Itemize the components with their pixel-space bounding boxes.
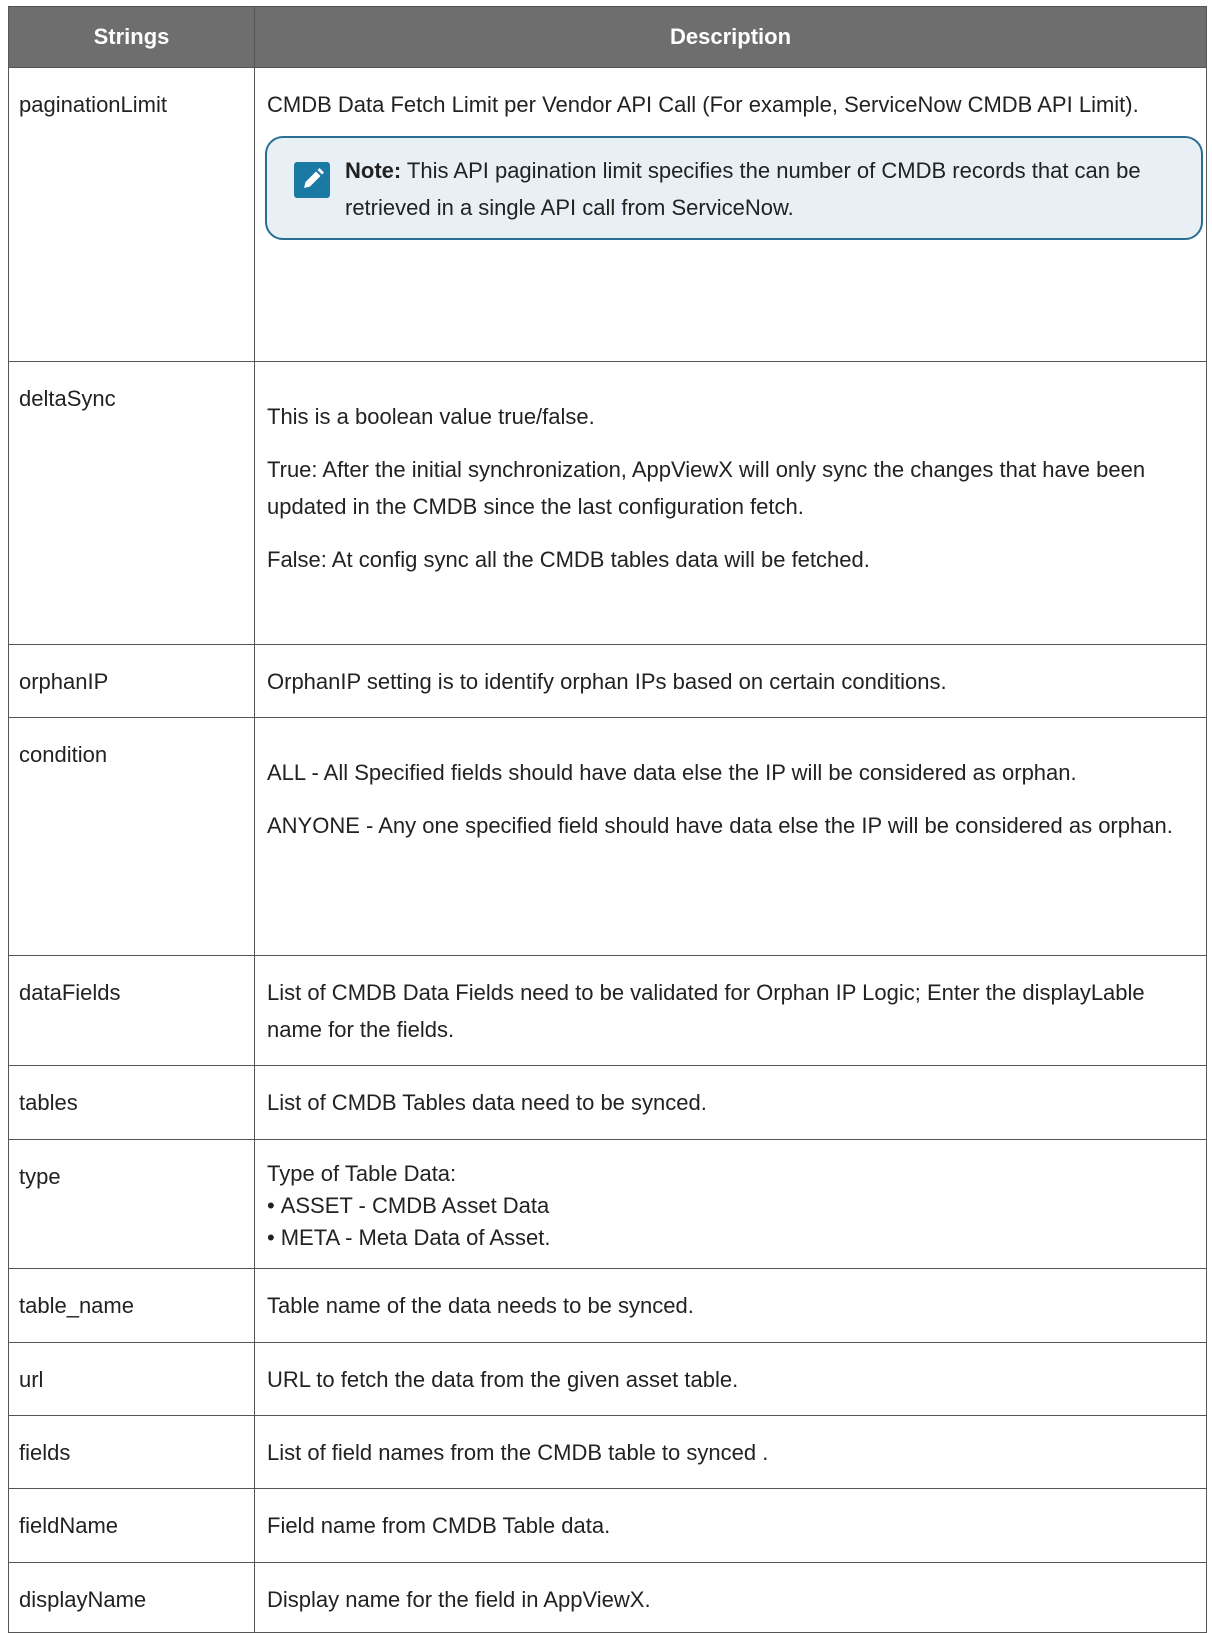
table-row: paginationLimit CMDB Data Fetch Limit pe…: [8, 67, 1207, 362]
row-description: List of CMDB Tables data need to be sync…: [254, 1065, 1207, 1140]
description-text: ANYONE - Any one specified field should …: [267, 813, 1173, 838]
table-row: table_name Table name of the data needs …: [8, 1268, 1207, 1343]
row-description: CMDB Data Fetch Limit per Vendor API Cal…: [254, 67, 1207, 362]
row-key: paginationLimit: [8, 67, 255, 362]
table-row: url URL to fetch the data from the given…: [8, 1342, 1207, 1416]
table-row: fields List of field names from the CMDB…: [8, 1415, 1207, 1489]
row-key: tables: [8, 1065, 255, 1140]
table-row: dataFields List of CMDB Data Fields need…: [8, 955, 1207, 1066]
row-key: fieldName: [8, 1488, 255, 1563]
note-text: This API pagination limit specifies the …: [345, 158, 1141, 220]
description-text: ALL - All Specified fields should have d…: [267, 760, 1077, 785]
row-key: displayName: [8, 1562, 255, 1633]
header-description: Description: [254, 6, 1207, 68]
row-description: Display name for the field in AppViewX.: [254, 1562, 1207, 1633]
table-row: deltaSync This is a boolean value true/f…: [8, 361, 1207, 645]
bullet-list: ASSET - CMDB Asset Data META - Meta Data…: [267, 1190, 1195, 1254]
table-row: orphanIP OrphanIP setting is to identify…: [8, 644, 1207, 718]
pencil-note-icon: [294, 162, 330, 198]
table-row: fieldName Field name from CMDB Table dat…: [8, 1488, 1207, 1563]
note-box: Note: This API pagination limit specifie…: [265, 136, 1203, 240]
list-item: ASSET - CMDB Asset Data: [267, 1190, 1195, 1222]
row-description: This is a boolean value true/false. True…: [254, 361, 1207, 645]
description-text: True: After the initial synchronization,…: [267, 457, 1146, 519]
row-description: Field name from CMDB Table data.: [254, 1488, 1207, 1563]
row-key: condition: [8, 717, 255, 956]
table-row: type Type of Table Data: ASSET - CMDB As…: [8, 1139, 1207, 1269]
table-row: displayName Display name for the field i…: [8, 1562, 1207, 1633]
table-row: condition ALL - All Specified fields sho…: [8, 717, 1207, 956]
row-key: deltaSync: [8, 361, 255, 645]
row-key: url: [8, 1342, 255, 1416]
row-description: Type of Table Data: ASSET - CMDB Asset D…: [254, 1139, 1207, 1269]
row-key: type: [8, 1139, 255, 1269]
table-row: tables List of CMDB Tables data need to …: [8, 1065, 1207, 1140]
note-label: Note:: [345, 158, 402, 183]
row-description: URL to fetch the data from the given ass…: [254, 1342, 1207, 1416]
row-key: fields: [8, 1415, 255, 1489]
row-key: dataFields: [8, 955, 255, 1066]
row-description: List of CMDB Data Fields need to be vali…: [254, 955, 1207, 1066]
header-strings: Strings: [8, 6, 255, 68]
row-description: Table name of the data needs to be synce…: [254, 1268, 1207, 1343]
description-text: This is a boolean value true/false.: [267, 404, 595, 429]
description-text: Type of Table Data:: [267, 1161, 457, 1186]
row-description: List of field names from the CMDB table …: [254, 1415, 1207, 1489]
description-text: False: At config sync all the CMDB table…: [267, 547, 870, 572]
row-key: table_name: [8, 1268, 255, 1343]
description-text: CMDB Data Fetch Limit per Vendor API Cal…: [267, 92, 1139, 117]
row-description: OrphanIP setting is to identify orphan I…: [254, 644, 1207, 718]
list-item: META - Meta Data of Asset.: [267, 1222, 1195, 1254]
table-header-row: Strings Description: [8, 6, 1207, 68]
row-description: ALL - All Specified fields should have d…: [254, 717, 1207, 956]
strings-table: Strings Description paginationLimit CMDB…: [8, 6, 1207, 1633]
row-key: orphanIP: [8, 644, 255, 718]
